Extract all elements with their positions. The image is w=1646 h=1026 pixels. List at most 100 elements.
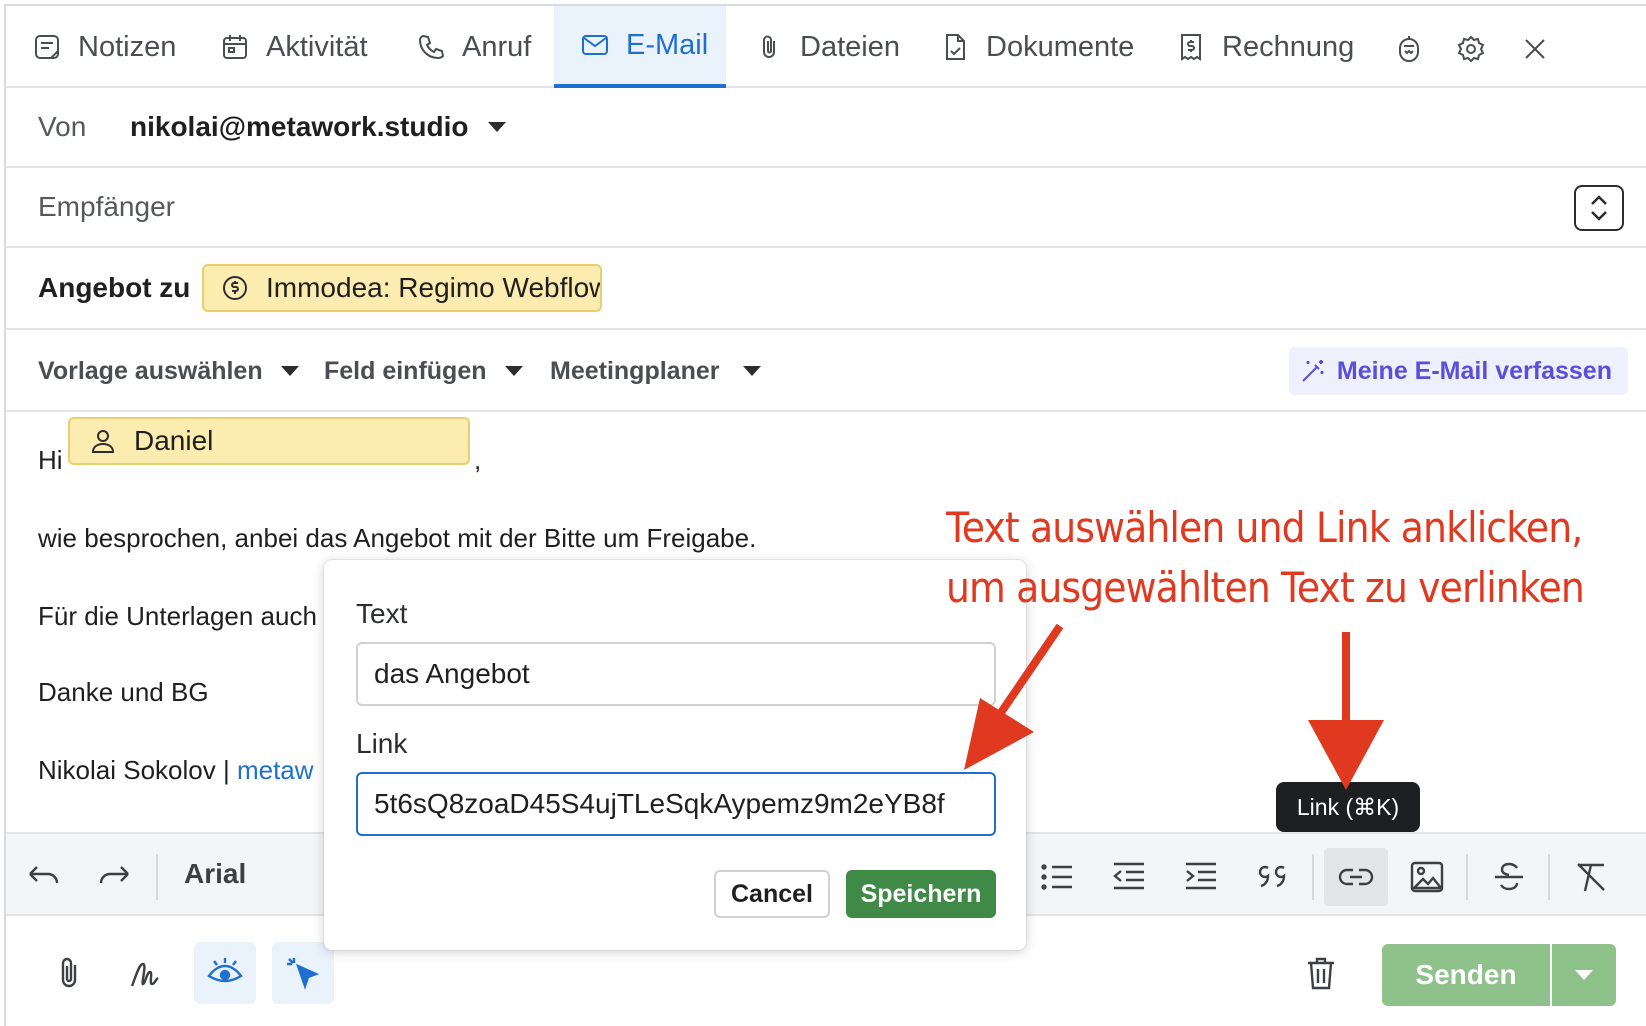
indent-icon <box>1186 862 1216 890</box>
settings-button[interactable] <box>1454 32 1488 66</box>
toolbar-divider <box>1466 854 1468 900</box>
tab-aktivitaet[interactable]: Aktivität <box>194 6 394 88</box>
outdent-icon <box>1113 862 1144 890</box>
annotation-line-1: Text auswählen und Link anklicken, <box>946 503 1583 552</box>
tab-label: E-Mail <box>626 28 709 61</box>
chevron-down-icon <box>1575 970 1593 980</box>
tab-email[interactable]: E-Mail <box>554 6 726 88</box>
template-dropdown[interactable]: Vorlage auswählen <box>38 330 299 412</box>
strikethrough-icon <box>1495 862 1523 891</box>
link-icon <box>1338 868 1374 886</box>
invoice-icon <box>1181 34 1201 61</box>
signature-button[interactable] <box>116 942 178 1004</box>
image-icon <box>1410 861 1444 893</box>
redo-icon <box>99 866 129 884</box>
indent-button[interactable] <box>1172 848 1230 906</box>
from-select[interactable]: nikolai@metawork.studio <box>130 111 507 143</box>
meeting-planner-dropdown[interactable]: Meetingplaner <box>550 330 762 412</box>
outdent-button[interactable] <box>1100 848 1158 906</box>
tracking-click-button[interactable] <box>272 942 334 1004</box>
delete-draft-button[interactable] <box>1290 942 1352 1004</box>
chevron-down-icon <box>488 122 507 132</box>
from-row: Von nikolai@metawork.studio <box>6 88 1646 168</box>
cancel-button[interactable]: Cancel <box>714 870 830 918</box>
tab-dateien[interactable]: Dateien <box>728 6 926 88</box>
deal-chip-label: Immodea: Regimo Webflow <box>266 272 602 303</box>
compose-ai-button[interactable]: Meine E-Mail verfassen <box>1288 347 1628 395</box>
signature-line: Nikolai Sokolov | metaw <box>38 740 314 800</box>
font-family-select[interactable]: Arial <box>184 858 246 890</box>
paperclip-icon <box>61 957 77 988</box>
contact-name-label: Daniel <box>134 425 214 456</box>
instruction-annotation: Text auswählen und Link anklicken, um au… <box>946 498 1585 618</box>
link-text-input[interactable]: das Angebot <box>356 642 996 706</box>
recipient-label: Empfänger <box>38 191 175 222</box>
activity-tabs: Notizen Aktivität Anruf E-Mail Dateien D… <box>6 6 1646 88</box>
bullet-list-icon <box>1041 864 1072 890</box>
signature-link[interactable]: metaw <box>237 755 314 785</box>
blockquote-button[interactable] <box>1244 848 1302 906</box>
deal-chip[interactable]: Immodea: Regimo Webflow <box>202 264 602 312</box>
bullet-list-button[interactable] <box>1028 848 1086 906</box>
strikethrough-button[interactable] <box>1480 848 1538 906</box>
chevron-up-down-icon <box>1591 195 1607 221</box>
expand-recipients-button[interactable] <box>1574 185 1624 231</box>
tab-anruf[interactable]: Anruf <box>390 6 557 88</box>
signature-icon <box>130 962 159 987</box>
tab-rechnung[interactable]: Rechnung <box>1150 6 1380 88</box>
chevron-down-icon <box>743 366 762 376</box>
compose-ai-label: Meine E-Mail verfassen <box>1336 356 1612 385</box>
ai-assistant-icon <box>1399 36 1419 62</box>
signature-text: Nikolai Sokolov | <box>38 755 237 785</box>
send-button[interactable]: Senden <box>1382 944 1550 1006</box>
clear-formatting-button[interactable] <box>1562 848 1620 906</box>
greeting-comma: , <box>474 445 482 475</box>
insert-field-dropdown[interactable]: Feld einfügen <box>324 330 523 412</box>
tab-label: Rechnung <box>1222 30 1355 63</box>
greeting-text: Hi <box>38 445 63 475</box>
phone-icon <box>418 34 445 60</box>
undo-icon <box>29 866 59 884</box>
body-line-2: Für die Unterlagen auch <box>38 601 317 631</box>
link-button[interactable] <box>1324 848 1388 906</box>
contact-name-chip[interactable]: Daniel <box>68 417 470 465</box>
send-options-button[interactable] <box>1552 944 1616 1006</box>
from-label: Von <box>38 111 87 142</box>
redo-button[interactable] <box>86 848 144 906</box>
tab-label: Dateien <box>800 30 900 63</box>
attach-button[interactable] <box>38 942 100 1004</box>
tab-label: Anruf <box>462 30 532 63</box>
save-button[interactable]: Speichern <box>846 870 996 918</box>
link-dialog: Text das Angebot Link 5t6sQ8zoaD45S4ujTL… <box>324 560 1026 950</box>
ai-assistant-button[interactable] <box>1392 32 1426 66</box>
tab-label: Notizen <box>78 30 177 63</box>
tab-notizen[interactable]: Notizen <box>6 6 202 88</box>
subject-row[interactable]: Angebot zu Immodea: Regimo Webflow <box>6 248 1646 330</box>
link-text-label: Text <box>356 598 408 629</box>
gear-icon <box>1457 35 1485 63</box>
link-url-label: Link <box>356 728 408 759</box>
toolbar-divider <box>1312 854 1314 900</box>
subject-label: Angebot zu <box>38 272 191 303</box>
mail-icon <box>582 35 608 55</box>
toolbar-divider <box>156 854 158 900</box>
annotation-line-2: um ausgewählten Text zu verlinken <box>946 563 1585 612</box>
paperclip-icon <box>763 35 775 58</box>
insert-image-button[interactable] <box>1398 848 1456 906</box>
person-icon <box>91 430 115 453</box>
recipient-row[interactable]: Empfänger <box>6 168 1646 248</box>
chevron-down-icon <box>504 366 523 376</box>
tracking-open-button[interactable] <box>194 942 256 1004</box>
dollar-circle-icon <box>223 276 247 300</box>
magic-wand-icon <box>1302 360 1324 382</box>
toolbar-divider <box>1548 854 1550 900</box>
insert-field-label: Feld einfügen <box>324 356 487 385</box>
meeting-planner-label: Meetingplaner <box>550 356 720 385</box>
document-icon <box>946 34 965 60</box>
clear-formatting-icon <box>1577 863 1605 892</box>
tab-dokumente[interactable]: Dokumente <box>914 6 1160 88</box>
cursor-click-icon <box>287 958 320 990</box>
close-button[interactable] <box>1518 32 1552 66</box>
undo-button[interactable] <box>14 848 72 906</box>
link-url-input[interactable]: 5t6sQ8zoaD45S4ujTLeSqkAypemz9m2eYB8f <box>356 772 996 836</box>
